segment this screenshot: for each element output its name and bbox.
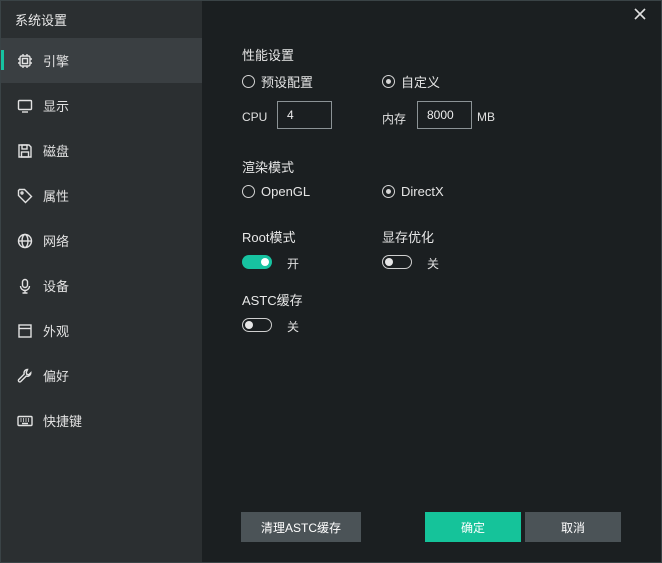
astc-cache-title: ASTC缓存 bbox=[242, 293, 303, 308]
sidebar-item-label: 外观 bbox=[43, 324, 70, 339]
sidebar-item-appearance[interactable]: 外观 bbox=[1, 308, 202, 353]
sidebar-item-label: 显示 bbox=[43, 99, 70, 114]
sidebar-item-label: 偏好 bbox=[43, 369, 70, 384]
radio-circle bbox=[382, 185, 395, 198]
settings-window: 系统设置 引擎 显示 磁盘 属性 网络 设备 外观 偏好 快捷键 性能设置 预设… bbox=[0, 0, 662, 563]
sidebar-item-label: 网络 bbox=[43, 234, 70, 249]
sidebar-item-label: 引擎 bbox=[43, 54, 70, 69]
performance-section-title: 性能设置 bbox=[242, 48, 295, 63]
wrench-icon bbox=[16, 367, 34, 385]
save-disk-icon bbox=[16, 142, 34, 160]
toggle-knob bbox=[261, 258, 269, 266]
sidebar-item-label: 设备 bbox=[43, 279, 70, 294]
astc-cache-state: 关 bbox=[287, 320, 300, 334]
globe-icon bbox=[16, 232, 34, 250]
cancel-button[interactable]: 取消 bbox=[525, 512, 621, 542]
vram-optimize-title: 显存优化 bbox=[382, 230, 435, 245]
window-title: 系统设置 bbox=[15, 13, 68, 28]
opengl-radio[interactable]: OpenGL bbox=[242, 184, 310, 199]
sidebar-item-label: 快捷键 bbox=[43, 414, 83, 429]
tag-icon bbox=[16, 187, 34, 205]
sidebar-item-network[interactable]: 网络 bbox=[1, 218, 202, 263]
clear-astc-cache-button[interactable]: 清理ASTC缓存 bbox=[241, 512, 361, 542]
sidebar-item-devices[interactable]: 设备 bbox=[1, 263, 202, 308]
confirm-button[interactable]: 确定 bbox=[425, 512, 521, 542]
radio-label: DirectX bbox=[401, 184, 444, 199]
radio-label: 预设配置 bbox=[261, 75, 314, 90]
memory-input[interactable] bbox=[417, 101, 472, 129]
vram-optimize-state: 关 bbox=[427, 257, 440, 271]
sidebar-item-shortcuts[interactable]: 快捷键 bbox=[1, 398, 202, 443]
toggle-knob bbox=[385, 257, 393, 266]
radio-circle bbox=[242, 75, 255, 88]
sidebar-item-engine[interactable]: 引擎 bbox=[1, 38, 202, 83]
sidebar-item-display[interactable]: 显示 bbox=[1, 83, 202, 128]
memory-unit: MB bbox=[477, 110, 495, 124]
custom-config-radio[interactable]: 自定义 bbox=[382, 72, 440, 91]
radio-circle bbox=[382, 75, 395, 88]
radio-circle bbox=[242, 185, 255, 198]
sidebar-item-preferences[interactable]: 偏好 bbox=[1, 353, 202, 398]
radio-label: 自定义 bbox=[401, 75, 441, 90]
chip-icon bbox=[16, 52, 34, 70]
memory-label: 内存 bbox=[382, 112, 407, 126]
directx-radio[interactable]: DirectX bbox=[382, 184, 444, 199]
cpu-label: CPU bbox=[242, 110, 268, 124]
root-mode-toggle[interactable] bbox=[242, 255, 272, 269]
sidebar-item-disk[interactable]: 磁盘 bbox=[1, 128, 202, 173]
preset-config-radio[interactable]: 预设配置 bbox=[242, 72, 313, 91]
render-section-title: 渲染模式 bbox=[242, 160, 295, 175]
radio-label: OpenGL bbox=[261, 184, 311, 199]
sidebar-item-properties[interactable]: 属性 bbox=[1, 173, 202, 218]
sidebar-nav: 引擎 显示 磁盘 属性 网络 设备 外观 偏好 快捷键 bbox=[1, 38, 202, 443]
astc-cache-toggle[interactable] bbox=[242, 318, 272, 332]
root-mode-state: 开 bbox=[287, 257, 300, 271]
monitor-icon bbox=[16, 97, 34, 115]
toggle-knob bbox=[245, 320, 253, 329]
window-frame-icon bbox=[16, 322, 34, 340]
sidebar-item-label: 属性 bbox=[43, 189, 70, 204]
sidebar-item-label: 磁盘 bbox=[43, 144, 70, 159]
vram-optimize-toggle[interactable] bbox=[382, 255, 412, 269]
cpu-input[interactable] bbox=[277, 101, 332, 129]
microphone-icon bbox=[16, 277, 34, 295]
root-mode-title: Root模式 bbox=[242, 230, 296, 245]
engine-settings-panel: 性能设置 预设配置 自定义 CPU 内存 MB 渲染模式 OpenGL Dire… bbox=[202, 1, 662, 562]
keyboard-icon bbox=[16, 412, 34, 430]
sidebar: 系统设置 引擎 显示 磁盘 属性 网络 设备 外观 偏好 快捷键 bbox=[1, 1, 202, 562]
